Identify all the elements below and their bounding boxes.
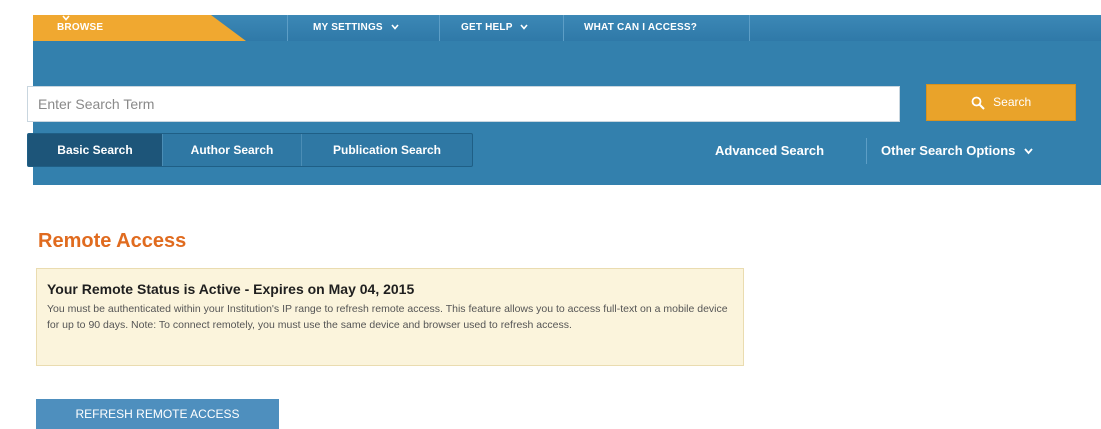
nav-my-settings-label: MY SETTINGS xyxy=(313,22,383,33)
other-search-options-label: Other Search Options xyxy=(881,143,1016,158)
tab-publication-search-label: Publication Search xyxy=(332,143,442,157)
nav-divider xyxy=(287,15,288,41)
nav-browse[interactable]: BROWSE xyxy=(33,15,246,41)
nav-divider xyxy=(439,15,440,41)
advanced-search-label: Advanced Search xyxy=(715,143,825,158)
status-heading: Your Remote Status is Active - Expires o… xyxy=(47,281,415,297)
tab-author-search[interactable]: Author Search xyxy=(163,134,301,166)
search-input[interactable] xyxy=(27,86,900,122)
nav-get-help-label: GET HELP xyxy=(461,22,513,33)
tab-basic-search[interactable]: Basic Search xyxy=(28,134,162,166)
advanced-search-link[interactable]: Advanced Search xyxy=(715,135,824,167)
chevron-down-icon xyxy=(391,24,399,31)
nav-what-can-i-access-label: WHAT CAN I ACCESS? xyxy=(584,22,698,33)
nav-get-help[interactable]: GET HELP xyxy=(461,15,529,41)
nav-what-can-i-access[interactable]: WHAT CAN I ACCESS? xyxy=(584,15,697,41)
tab-publication-search[interactable]: Publication Search xyxy=(302,134,472,166)
status-description: You must be authenticated within your In… xyxy=(47,303,728,331)
nav-divider xyxy=(749,15,750,41)
tab-author-search-label: Author Search xyxy=(190,143,274,157)
search-icon xyxy=(971,96,985,110)
search-type-tabs: Basic Search Author Search Publication S… xyxy=(27,133,473,167)
nav-divider xyxy=(563,15,564,41)
search-button[interactable]: Search xyxy=(926,84,1076,121)
nav-browse-label: BROWSE xyxy=(57,22,104,33)
top-navigation-bar: BROWSE MY SETTINGS GET HELP WHAT CAN I A… xyxy=(33,15,1101,42)
link-divider xyxy=(866,138,867,164)
chevron-down-icon xyxy=(1024,148,1033,155)
remote-status-notice: Your Remote Status is Active - Expires o… xyxy=(36,268,744,366)
chevron-down-icon xyxy=(520,24,529,31)
search-button-label: Search xyxy=(993,95,1032,109)
refresh-remote-access-label: REFRESH REMOTE ACCESS xyxy=(75,407,240,421)
nav-my-settings[interactable]: MY SETTINGS xyxy=(313,15,399,41)
page-title: Remote Access xyxy=(38,230,187,252)
tab-basic-search-label: Basic Search xyxy=(57,143,133,157)
chevron-down-icon xyxy=(62,15,70,21)
other-search-options-dropdown[interactable]: Other Search Options xyxy=(881,135,1033,167)
